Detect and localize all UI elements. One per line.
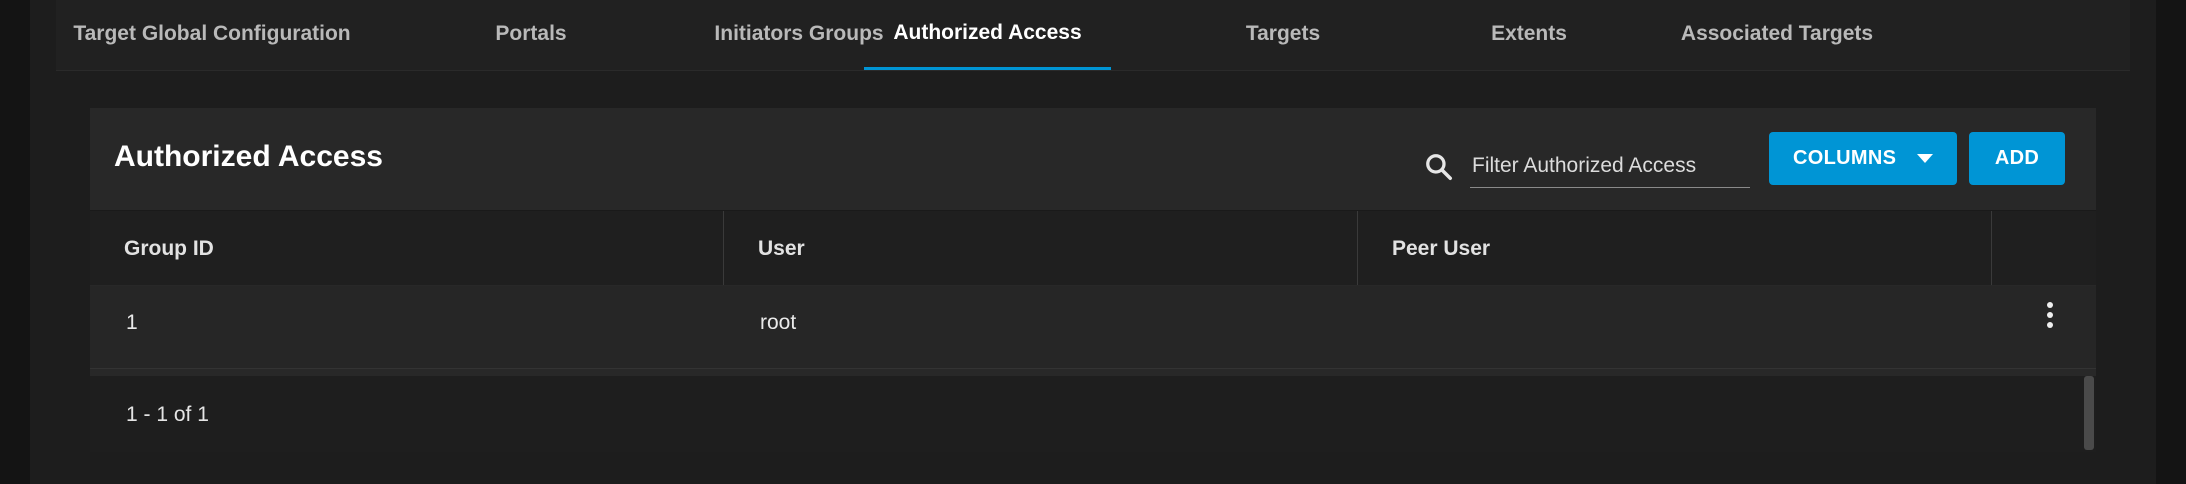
column-header-peer-user[interactable]: Peer User (1358, 211, 1992, 285)
columns-button-label: COLUMNS (1793, 147, 1897, 169)
right-edge-panel (2156, 0, 2186, 484)
cell-peer-user (1358, 286, 1992, 362)
tab-associated-targets[interactable]: Associated Targets (1612, 0, 1942, 70)
cell-group-id: 1 (126, 311, 138, 334)
tab-targets[interactable]: Targets (1158, 0, 1408, 70)
left-edge-panel (0, 0, 30, 484)
search-field (1424, 144, 1750, 188)
tab-portals[interactable]: Portals (396, 0, 666, 70)
caret-down-icon (1917, 154, 1933, 163)
column-header-actions (1992, 211, 2096, 285)
cell-user: root (760, 311, 797, 334)
authorized-access-card: Authorized Access COLUMNS ADD Group ID U… (90, 108, 2096, 452)
search-input[interactable] (1470, 144, 1750, 188)
column-header-user[interactable]: User (724, 211, 1358, 285)
app-window: Target Global Configuration Portals Init… (0, 0, 2186, 484)
search-icon (1426, 154, 1452, 180)
column-header-group-id[interactable]: Group ID (90, 211, 724, 285)
table-row[interactable]: 1 root (90, 286, 2096, 369)
card-title: Authorized Access (114, 140, 383, 173)
more-vert-icon[interactable] (2040, 300, 2060, 334)
tab-target-global-configuration[interactable]: Target Global Configuration (56, 0, 368, 70)
table-header: Group ID User Peer User (90, 210, 2096, 285)
columns-button[interactable]: COLUMNS (1769, 132, 1957, 185)
table-footer: 1 - 1 of 1 (90, 376, 2096, 452)
tab-bar: Target Global Configuration Portals Init… (56, 0, 2130, 71)
tab-authorized-access[interactable]: Authorized Access (864, 0, 1111, 70)
add-button[interactable]: ADD (1969, 132, 2065, 185)
scrollbar-thumb[interactable] (2084, 376, 2094, 450)
pagination-summary: 1 - 1 of 1 (126, 403, 209, 426)
